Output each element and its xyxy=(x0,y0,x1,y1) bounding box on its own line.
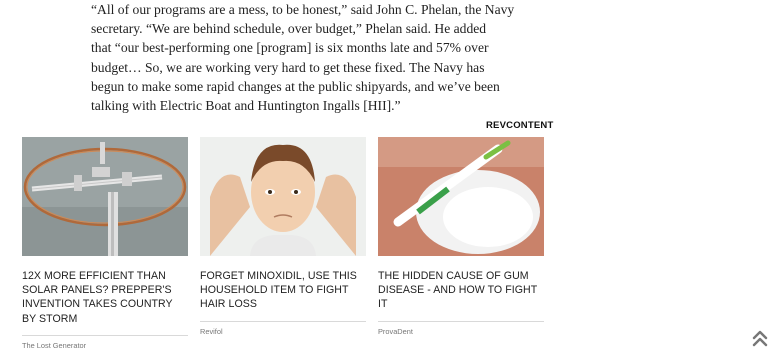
article-line: that “our best-performing one [program] … xyxy=(91,40,489,56)
double-chevron-up-icon xyxy=(752,330,768,347)
article-line: secretary. “We are behind schedule, over… xyxy=(91,21,487,37)
card-source[interactable]: The Lost Generator xyxy=(22,341,188,350)
revcontent-brand-link[interactable]: REVCONTENT xyxy=(486,120,553,131)
article-line: talking with Electric Boat and Huntingto… xyxy=(91,98,401,114)
article-body: “All of our programs are a mess, to be h… xyxy=(91,0,515,115)
card-source[interactable]: Revifol xyxy=(200,327,366,336)
article-line: budget… So, we are working very hard to … xyxy=(91,59,485,75)
card-headline[interactable]: 12X MORE EFFICIENT THAN SOLAR PANELS? PR… xyxy=(22,269,188,326)
card-image-antenna[interactable] xyxy=(22,137,188,256)
card-image-toothbrush-baking-soda[interactable] xyxy=(378,137,544,256)
card-headline[interactable]: THE HIDDEN CAUSE OF GUM DISEASE - AND HO… xyxy=(378,269,544,312)
article-line: “All of our programs are a mess, to be h… xyxy=(91,2,515,17)
card-divider xyxy=(378,320,544,322)
card-source[interactable]: ProvaDent xyxy=(378,327,544,336)
sponsored-card-revifol[interactable]: FORGET MINOXIDIL, USE THIS HOUSEHOLD ITE… xyxy=(200,137,366,336)
article-line: begun to make some rapid changes at the … xyxy=(91,78,500,94)
sponsored-card-provadent[interactable]: THE HIDDEN CAUSE OF GUM DISEASE - AND HO… xyxy=(378,137,544,336)
card-divider xyxy=(200,320,366,322)
sponsored-card-lost-generator[interactable]: 12X MORE EFFICIENT THAN SOLAR PANELS? PR… xyxy=(22,137,188,350)
article-paragraph: “All of our programs are a mess, to be h… xyxy=(91,0,515,115)
scroll-to-top-button[interactable] xyxy=(751,329,769,347)
card-image-man-holding-head[interactable] xyxy=(200,137,366,256)
card-headline[interactable]: FORGET MINOXIDIL, USE THIS HOUSEHOLD ITE… xyxy=(200,269,366,312)
card-divider xyxy=(22,334,188,336)
